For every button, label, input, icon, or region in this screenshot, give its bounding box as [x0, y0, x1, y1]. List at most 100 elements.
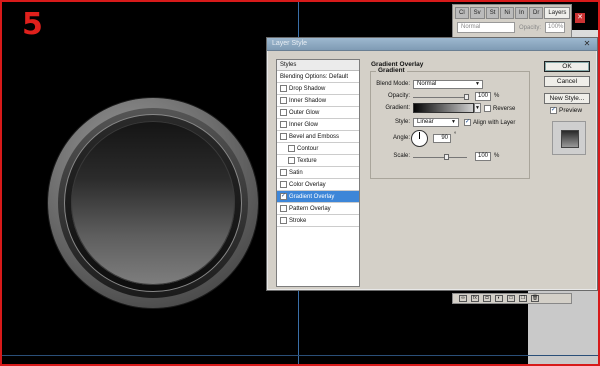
style-checkbox[interactable] [280, 121, 287, 128]
link-layers-icon[interactable]: ∞ [459, 295, 467, 302]
reverse-option: Reverse [484, 105, 515, 112]
align-with-layer-option: ✓ Align with Layer [464, 119, 515, 126]
style-item[interactable]: Texture [277, 155, 359, 167]
dialog-titlebar[interactable]: Layer Style ✕ [267, 38, 597, 51]
style-item[interactable]: Inner Shadow [277, 95, 359, 107]
style-item[interactable]: Bevel and Emboss [277, 131, 359, 143]
angle-input[interactable]: 90 [433, 134, 451, 143]
gradient-swatch[interactable] [413, 103, 474, 113]
layers-blend-mode-select[interactable]: Normal [457, 22, 515, 33]
dialog-title: Layer Style [272, 40, 308, 47]
tab-dr[interactable]: Dr [529, 7, 544, 19]
panel-close-icon[interactable]: ✕ [575, 13, 585, 23]
style-checkbox[interactable]: ✓ [280, 193, 287, 200]
horizontal-guide[interactable] [0, 355, 600, 356]
style-checkbox[interactable] [280, 97, 287, 104]
style-checkbox[interactable] [288, 157, 295, 164]
style-item-label: Color Overlay [289, 181, 326, 188]
style-checkbox[interactable] [280, 133, 287, 140]
tab-navigator[interactable]: Ni [500, 7, 515, 19]
tab-info[interactable]: In [515, 7, 529, 19]
blend-mode-label: Blend Mode: [376, 81, 410, 87]
style-item-label: Outer Glow [289, 109, 320, 116]
new-layer-icon[interactable]: ❐ [519, 295, 527, 302]
styles-header[interactable]: Styles [277, 60, 359, 71]
gradient-label: Gradient: [385, 105, 410, 111]
style-item[interactable]: Contour [277, 143, 359, 155]
adjustment-layer-icon[interactable]: ◐ [495, 295, 503, 302]
style-item-label: Blending Options: Default [280, 73, 349, 80]
preview-label: Preview [559, 107, 583, 114]
style-item-label: Contour [297, 145, 319, 152]
style-item-label: Drop Shadow [289, 85, 326, 92]
ok-button[interactable]: OK [544, 61, 590, 72]
style-checkbox[interactable] [280, 169, 287, 176]
align-with-layer-checkbox[interactable]: ✓ [464, 119, 471, 126]
blend-mode-select[interactable]: Normal ▼ [413, 80, 483, 89]
close-icon[interactable]: ✕ [581, 39, 593, 49]
gradient-group: Gradient Blend Mode: Normal ▼ Opacity: 1… [370, 67, 530, 179]
style-item[interactable]: Color Overlay [277, 179, 359, 191]
add-mask-icon[interactable]: ◘ [483, 295, 491, 302]
layers-opacity-label: Opacity: [519, 24, 542, 31]
tab-styles[interactable]: St [485, 7, 500, 19]
angle-unit: ° [454, 132, 457, 138]
reverse-label: Reverse [493, 105, 516, 112]
scale-slider-thumb[interactable] [444, 154, 449, 160]
style-item[interactable]: Drop Shadow [277, 83, 359, 95]
layers-bottom-toolbar: ∞ fx ◘ ◐ ▭ ❐ 🗑 [452, 293, 572, 304]
layer-style-dialog: Layer Style ✕ Styles Blending Options: D… [266, 37, 598, 291]
style-label: Style: [394, 119, 410, 125]
style-item[interactable]: Satin [277, 167, 359, 179]
style-item[interactable]: Blending Options: Default [277, 71, 359, 83]
opacity-slider-track[interactable] [413, 97, 467, 98]
style-item[interactable]: Pattern Overlay [277, 203, 359, 215]
style-checkbox[interactable] [288, 145, 295, 152]
style-item-label: Satin [289, 169, 303, 176]
tab-swatches[interactable]: Sv [469, 7, 485, 19]
scale-input[interactable]: 100 [475, 152, 491, 161]
layers-blend-row: Normal Opacity: 100% [457, 22, 566, 33]
opacity-slider-thumb[interactable] [464, 94, 469, 100]
angle-dial-icon[interactable] [411, 130, 428, 147]
style-item[interactable]: Outer Glow [277, 107, 359, 119]
style-item[interactable]: Stroke [277, 215, 359, 227]
reverse-checkbox[interactable] [484, 105, 491, 112]
panel-tabs: Cl Sv St Ni In Dr Layers [453, 5, 571, 19]
style-select[interactable]: Linear ▼ [413, 118, 459, 127]
style-checkbox[interactable] [280, 181, 287, 188]
style-value: Linear [417, 119, 434, 125]
style-checkbox[interactable] [280, 85, 287, 92]
new-style-button[interactable]: New Style... [544, 93, 590, 104]
tab-layers[interactable]: Layers [544, 7, 571, 19]
style-item-label: Inner Glow [289, 121, 319, 128]
style-preview [552, 121, 586, 155]
angle-label: Angle: [392, 135, 410, 141]
gradient-overlay-settings: Gradient Overlay Gradient Blend Mode: No… [368, 59, 531, 287]
align-with-layer-label: Align with Layer [473, 119, 516, 126]
cancel-button[interactable]: Cancel [544, 76, 590, 87]
style-checkbox[interactable] [280, 217, 287, 224]
style-item[interactable]: ✓ Gradient Overlay [277, 191, 359, 203]
style-item-label: Bevel and Emboss [289, 133, 340, 140]
style-item[interactable]: Inner Glow [277, 119, 359, 131]
style-checkbox[interactable] [280, 205, 287, 212]
scale-slider-track[interactable] [413, 157, 467, 158]
preview-checkbox[interactable]: ✓ [550, 107, 557, 114]
new-group-icon[interactable]: ▭ [507, 295, 515, 302]
layers-opacity-input[interactable]: 100% [545, 22, 566, 33]
style-item-label: Gradient Overlay [289, 193, 335, 200]
button-face [71, 121, 235, 285]
style-item-label: Texture [297, 157, 317, 164]
chevron-down-icon: ▼ [475, 81, 480, 87]
style-item-label: Pattern Overlay [289, 205, 331, 212]
style-item-label: Inner Shadow [289, 97, 327, 104]
group-title: Gradient [376, 67, 407, 74]
style-checkbox[interactable] [280, 109, 287, 116]
opacity-unit: % [494, 93, 500, 99]
tab-channels[interactable]: Cl [455, 7, 469, 19]
opacity-input[interactable]: 100 [475, 92, 491, 101]
fx-icon[interactable]: fx [471, 295, 479, 302]
gradient-dropdown-icon[interactable]: ▼ [474, 103, 481, 113]
trash-icon[interactable]: 🗑 [531, 295, 539, 302]
